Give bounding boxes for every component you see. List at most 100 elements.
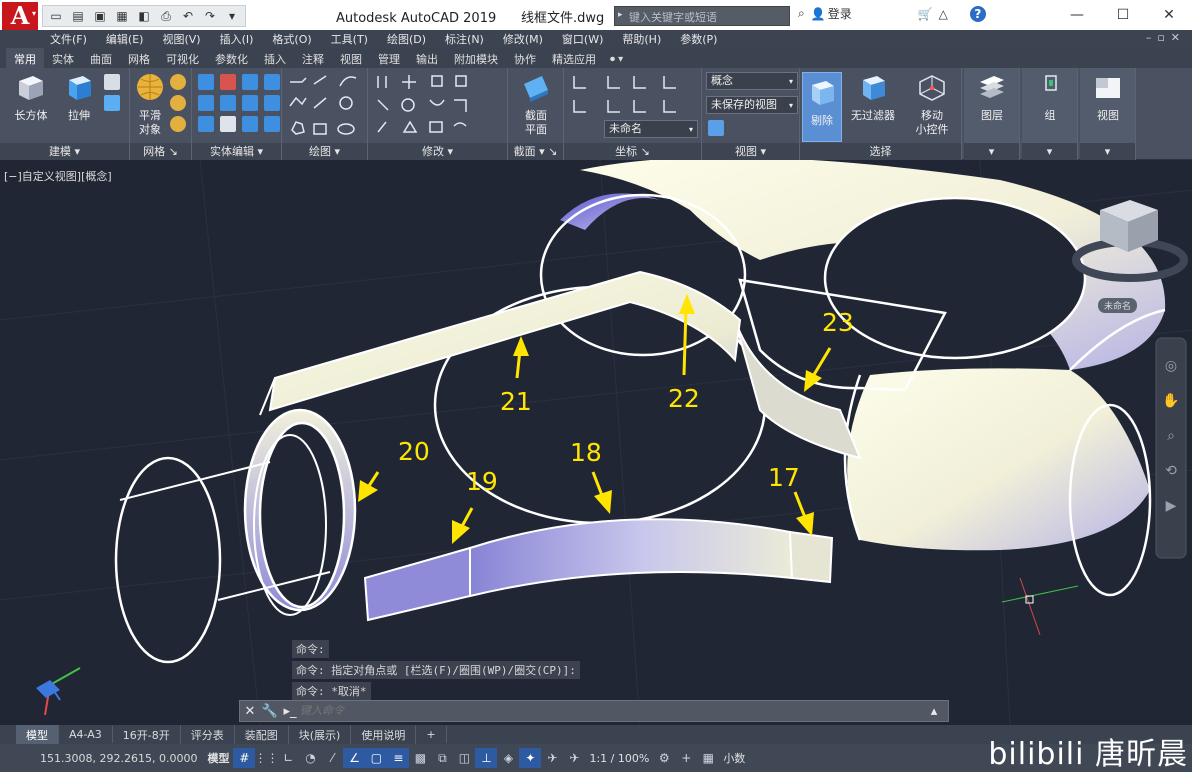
search-input[interactable]: ▸ 键入关键字或短语 (614, 6, 790, 26)
gizmo-icon[interactable]: ✦ (519, 748, 542, 768)
panel-title-modify[interactable]: 修改 ▾ (368, 143, 507, 160)
annotation-visibility-icon[interactable]: ✈ (541, 748, 563, 768)
selection-cycling-icon[interactable]: ⧉ (431, 748, 453, 768)
save-icon[interactable]: ▣ (91, 8, 109, 24)
panel-title-layers[interactable]: ▾ (964, 143, 1019, 160)
application-menu-button[interactable]: A ▾ (2, 2, 38, 30)
cylinder-icon[interactable] (104, 74, 120, 90)
panel-title-modeling[interactable]: 建模 ▾ (0, 143, 129, 160)
units-dropdown[interactable]: 小数 (723, 750, 745, 766)
separate-icon[interactable] (242, 116, 258, 132)
named-view-dropdown[interactable]: 未保存的视图 ▾ (706, 96, 798, 114)
mesh-refine-icon[interactable] (170, 95, 186, 111)
autodesk-apps-icon[interactable]: △ (939, 7, 948, 21)
units-icon[interactable]: ▦ (697, 748, 719, 768)
tab-featured-apps[interactable]: 精选应用 (544, 48, 604, 68)
cart-icon[interactable]: 🛒 (918, 7, 933, 21)
mesh-crease-icon[interactable] (170, 116, 186, 132)
imprint-icon[interactable] (264, 116, 280, 132)
culling-button[interactable]: 剔除 (802, 72, 842, 142)
ortho-icon[interactable]: ∟ (277, 748, 299, 768)
polar-icon[interactable]: ◔ (299, 748, 321, 768)
lineweight-icon[interactable]: ≡ (387, 748, 410, 768)
tab-annotate[interactable]: 注释 (294, 48, 332, 68)
help-icon[interactable]: ? (969, 5, 986, 22)
dynamic-ucs-icon[interactable]: ⊥ (475, 748, 498, 768)
menu-modify[interactable]: 修改(M) (503, 31, 543, 47)
menu-help[interactable]: 帮助(H) (622, 31, 661, 47)
menu-file[interactable]: 文件(F) (50, 31, 87, 47)
tab-layout-block[interactable]: 块(展示) (289, 724, 352, 745)
tab-layout-a4-a3[interactable]: A4-A3 (59, 726, 113, 743)
panel-title-coordinates[interactable]: 坐标 ↘ (564, 143, 701, 160)
ucs-name-badge[interactable]: 未命名 (1098, 298, 1138, 313)
navigation-bar[interactable]: ◎ ✋ ⌕ ⟲ ▶ (1155, 337, 1187, 559)
panel-title-solid-editing[interactable]: 实体编辑 ▾ (192, 143, 281, 160)
fillet-edge-icon[interactable] (198, 116, 214, 132)
move-gizmo-button[interactable]: 移动 小控件 (906, 72, 958, 137)
slice-icon[interactable] (242, 74, 258, 90)
panel-title-groups[interactable]: ▾ (1022, 143, 1077, 160)
intersect-icon[interactable] (198, 95, 214, 111)
close-button[interactable]: ✕ (1146, 0, 1192, 30)
add-layout-button[interactable]: + (416, 726, 447, 743)
draw-tools-icon[interactable] (286, 72, 366, 138)
shell-icon[interactable] (220, 116, 236, 132)
tab-view[interactable]: 视图 (332, 48, 370, 68)
ucs-tools-icon[interactable] (568, 72, 700, 116)
tab-layout-score[interactable]: 评分表 (181, 724, 235, 745)
close-command-icon[interactable]: ✕ (240, 704, 260, 719)
presspull-icon[interactable] (104, 95, 120, 111)
annotation-scale[interactable]: 1:1 / 100% (589, 752, 649, 765)
menu-window[interactable]: 窗口(W) (562, 31, 603, 47)
viewport-config-icon[interactable] (708, 120, 724, 136)
union-icon[interactable] (198, 74, 214, 90)
visual-style-dropdown[interactable]: 概念 ▾ (706, 72, 798, 90)
tab-output[interactable]: 输出 (408, 48, 446, 68)
redo-icon[interactable]: ↷ (201, 8, 219, 24)
object-snap-tracking-icon[interactable]: ∠ (343, 748, 366, 768)
transparency-icon[interactable]: ▩ (409, 748, 431, 768)
customize-command-icon[interactable]: 🔧 (260, 704, 280, 719)
layers-button[interactable]: 图层 (968, 72, 1016, 123)
groups-button[interactable]: 组 (1026, 72, 1074, 123)
menu-view[interactable]: 视图(V) (162, 31, 200, 47)
tab-collaborate[interactable]: 协作 (506, 48, 544, 68)
annotation-monitor-icon[interactable]: + (675, 748, 697, 768)
thicken-icon[interactable] (242, 95, 258, 111)
object-snap-icon[interactable]: ▢ (365, 748, 388, 768)
menu-draw[interactable]: 绘图(D) (387, 31, 426, 47)
extrude-faces-icon[interactable] (264, 95, 280, 111)
open-folder-icon[interactable]: ▤ (69, 8, 87, 24)
save-as-icon[interactable]: ▦ (113, 8, 131, 24)
command-prompt-icon[interactable]: ▸_ (280, 704, 300, 719)
box-button[interactable]: 长方体 (10, 72, 52, 123)
annotation-autoscale-icon[interactable]: ✈ (563, 748, 585, 768)
extract-edges-icon[interactable] (264, 74, 280, 90)
publish-icon[interactable]: ◧ (135, 8, 153, 24)
tab-surface[interactable]: 曲面 (82, 48, 120, 68)
tab-addins[interactable]: 附加模块 (446, 48, 506, 68)
ribbon-toggle-icon[interactable]: ⏺ ▾ (604, 51, 629, 68)
login-button[interactable]: 👤 登录 (811, 5, 852, 22)
menu-format[interactable]: 格式(O) (272, 31, 311, 47)
snap-icon[interactable]: ⋮⋮ (254, 748, 278, 768)
selection-filter-icon[interactable]: ◈ (497, 748, 519, 768)
tab-insert[interactable]: 插入 (256, 48, 294, 68)
new-file-icon[interactable]: ▭ (47, 8, 65, 24)
menu-insert[interactable]: 插入(I) (220, 31, 254, 47)
tab-solid[interactable]: 实体 (44, 48, 82, 68)
tab-manage[interactable]: 管理 (370, 48, 408, 68)
binoculars-icon[interactable]: ⌕ (798, 6, 805, 21)
drawing-window-controls[interactable]: –▫✕ (1146, 31, 1186, 44)
menu-edit[interactable]: 编辑(E) (106, 31, 144, 47)
section-plane-button[interactable]: 截面 平面 (514, 72, 558, 137)
isodraft-icon[interactable]: ⁄ (321, 748, 343, 768)
tab-layout-assembly[interactable]: 装配图 (235, 724, 289, 745)
tab-model[interactable]: 模型 (16, 724, 59, 745)
panel-title-draw[interactable]: 绘图 ▾ (282, 143, 367, 160)
no-filter-button[interactable]: 无过滤器 (846, 72, 900, 123)
panel-title-view[interactable]: 视图 ▾ (702, 143, 799, 160)
extrude-button[interactable]: 拉伸 (58, 72, 100, 123)
bottom-strips[interactable] (363, 518, 834, 622)
